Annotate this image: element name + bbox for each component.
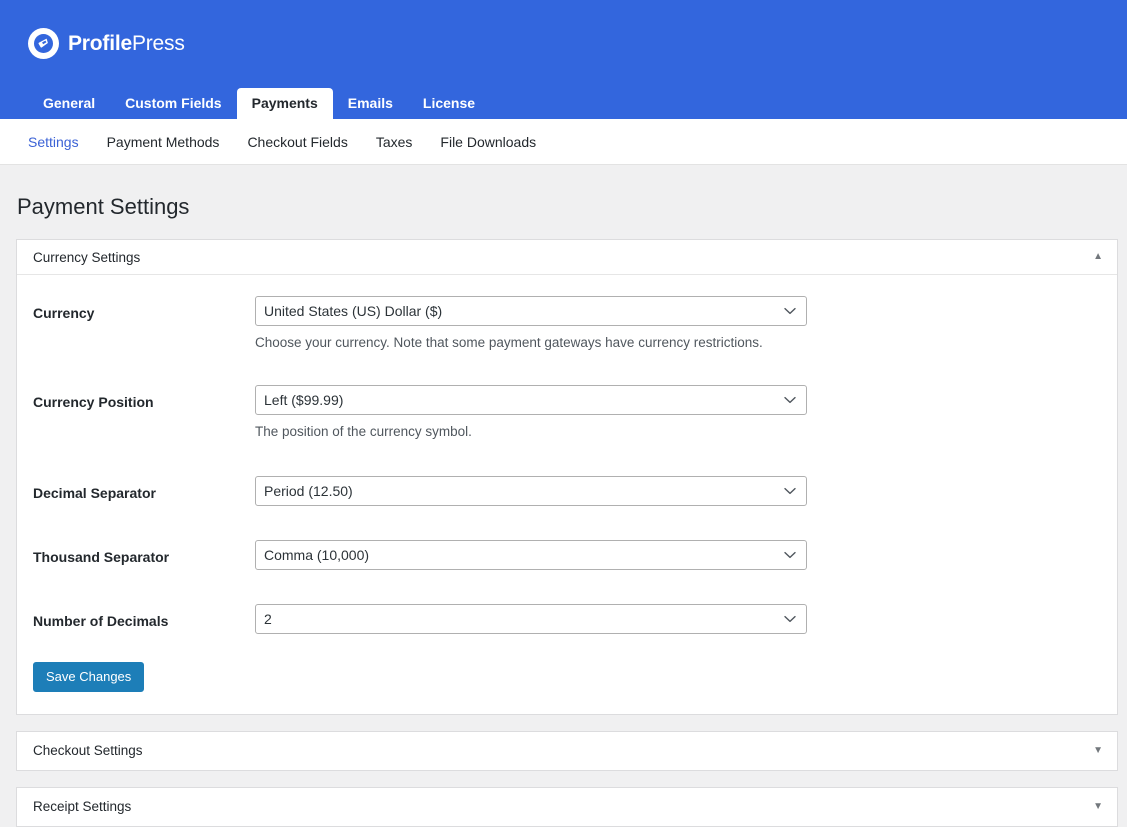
brand-title: ProfilePress — [68, 33, 185, 54]
tab-custom-fields[interactable]: Custom Fields — [110, 88, 236, 119]
field-row-currency: Currency United States (US) Dollar ($) C… — [33, 296, 1101, 353]
select-wrapper-decimal-separator: Period (12.50) — [255, 475, 807, 506]
select-currency-position[interactable]: Left ($99.99) — [255, 385, 807, 416]
control-currency: United States (US) Dollar ($) Choose you… — [255, 296, 1101, 353]
field-row-decimal-separator: Decimal Separator Period (12.50) — [33, 475, 1101, 506]
select-wrapper-currency: United States (US) Dollar ($) — [255, 296, 807, 327]
sub-nav-bar: Settings Payment Methods Checkout Fields… — [0, 119, 1127, 165]
panel-receipt-settings-title: Receipt Settings — [33, 799, 132, 815]
tab-general[interactable]: General — [28, 88, 110, 119]
panel-currency-settings-body: Currency United States (US) Dollar ($) C… — [17, 275, 1117, 714]
select-wrapper-thousand-separator: Comma (10,000) — [255, 539, 807, 570]
brand-title-light: Press — [131, 31, 185, 55]
tab-payments[interactable]: Payments — [236, 88, 333, 119]
control-currency-position: Left ($99.99) The position of the curren… — [255, 385, 1101, 442]
select-wrapper-number-of-decimals: 2 — [255, 603, 807, 634]
label-thousand-separator: Thousand Separator — [33, 548, 170, 565]
description-currency-position: The position of the currency symbol. — [255, 424, 472, 440]
field-row-number-of-decimals: Number of Decimals 2 — [33, 603, 1101, 634]
field-row-currency-position: Currency Position Left ($99.99) The posi… — [33, 385, 1101, 442]
description-currency: Choose your currency. Note that some pay… — [255, 335, 763, 351]
panel-receipt-settings: Receipt Settings ▼ — [16, 786, 1118, 827]
panel-checkout-settings: Checkout Settings ▼ — [16, 730, 1118, 771]
subnav-item-taxes[interactable]: Taxes — [376, 134, 413, 150]
panel-checkout-settings-title: Checkout Settings — [33, 743, 143, 759]
subnav-item-payment-methods[interactable]: Payment Methods — [107, 134, 220, 150]
chevron-up-icon[interactable]: ▲ — [1093, 252, 1103, 262]
page-content: Payment Settings Currency Settings ▲ Cur… — [0, 165, 1127, 827]
chevron-down-icon[interactable]: ▼ — [1093, 801, 1103, 812]
subnav-item-settings[interactable]: Settings — [28, 134, 79, 150]
select-currency[interactable]: United States (US) Dollar ($) — [255, 296, 807, 327]
select-thousand-separator[interactable]: Comma (10,000) — [255, 539, 807, 570]
control-number-of-decimals: 2 — [255, 603, 1101, 634]
subnav-item-checkout-fields[interactable]: Checkout Fields — [247, 134, 347, 150]
label-decimal-separator: Decimal Separator — [33, 484, 156, 501]
tab-license[interactable]: License — [408, 88, 490, 119]
chevron-down-icon[interactable]: ▼ — [1093, 745, 1103, 756]
control-decimal-separator: Period (12.50) — [255, 475, 1101, 506]
select-decimal-separator[interactable]: Period (12.50) — [255, 475, 807, 506]
select-number-of-decimals[interactable]: 2 — [255, 603, 807, 634]
save-changes-button[interactable]: Save Changes — [33, 661, 145, 692]
label-currency-position: Currency Position — [33, 394, 154, 411]
label-currency: Currency — [33, 305, 95, 322]
select-wrapper-currency-position: Left ($99.99) — [255, 385, 807, 416]
app-header: ProfilePress General Custom Fields Payme… — [0, 0, 1127, 119]
brand-title-bold: Profile — [68, 31, 132, 55]
tab-emails[interactable]: Emails — [333, 88, 408, 119]
panel-currency-settings-header[interactable]: Currency Settings ▲ — [17, 240, 1117, 276]
control-thousand-separator: Comma (10,000) — [255, 539, 1101, 570]
subnav-item-file-downloads[interactable]: File Downloads — [440, 134, 536, 150]
profilepress-nib-icon — [28, 27, 59, 59]
page-title: Payment Settings — [17, 194, 190, 219]
label-number-of-decimals: Number of Decimals — [33, 612, 169, 629]
panel-currency-settings: Currency Settings ▲ Currency United Stat… — [16, 239, 1118, 715]
brand: ProfilePress — [0, 0, 1127, 62]
main-tab-bar: General Custom Fields Payments Emails Li… — [0, 83, 490, 119]
panel-checkout-settings-header[interactable]: Checkout Settings ▼ — [17, 731, 1117, 770]
panel-currency-settings-title: Currency Settings — [33, 249, 141, 265]
field-row-thousand-separator: Thousand Separator Comma (10,000) — [33, 539, 1101, 570]
panel-receipt-settings-header[interactable]: Receipt Settings ▼ — [17, 787, 1117, 826]
